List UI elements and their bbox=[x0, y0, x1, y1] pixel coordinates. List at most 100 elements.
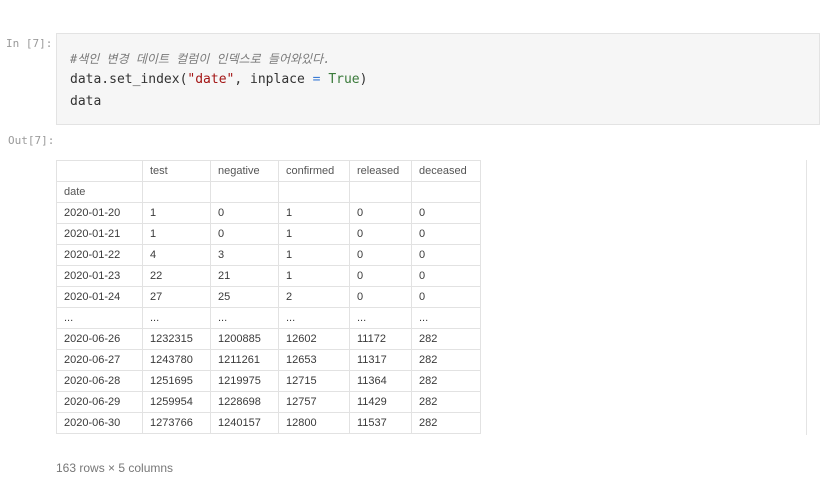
table-cell: 11317 bbox=[349, 349, 412, 371]
row-index-cell: 2020-01-23 bbox=[56, 265, 143, 287]
table-cell: 282 bbox=[411, 391, 481, 413]
row-index-cell: 2020-01-21 bbox=[56, 223, 143, 245]
row-index-cell: 2020-06-30 bbox=[56, 412, 143, 434]
table-cell: 1 bbox=[142, 223, 211, 245]
empty-cell bbox=[278, 181, 350, 203]
corner-cell bbox=[56, 160, 143, 182]
table-cell: 0 bbox=[349, 223, 412, 245]
table-row: 2020-01-24 27 25 2 0 0 bbox=[56, 286, 481, 308]
column-header: test bbox=[142, 160, 211, 182]
table-cell: 1228698 bbox=[210, 391, 279, 413]
table-cell: 22 bbox=[142, 265, 211, 287]
table-cell: 11429 bbox=[349, 391, 412, 413]
output-area: test negative confirmed released decease… bbox=[56, 160, 481, 434]
table-cell: 12602 bbox=[278, 328, 350, 350]
table-cell: 0 bbox=[210, 223, 279, 245]
table-cell: 11364 bbox=[349, 370, 412, 392]
code-line-data: data bbox=[70, 94, 102, 109]
table-cell: 0 bbox=[349, 244, 412, 266]
empty-cell bbox=[210, 181, 279, 203]
code-cell-input[interactable]: #색인 변경 데이트 컬럼이 인덱스로 들어와있다. data.set_inde… bbox=[56, 33, 820, 125]
row-index-cell: ... bbox=[56, 307, 143, 329]
table-cell: 25 bbox=[210, 286, 279, 308]
table-cell: 282 bbox=[411, 349, 481, 371]
table-cell: ... bbox=[349, 307, 412, 329]
table-cell: 0 bbox=[210, 202, 279, 224]
table-cell: 1243780 bbox=[142, 349, 211, 371]
table-cell: 0 bbox=[349, 202, 412, 224]
column-header: released bbox=[349, 160, 412, 182]
row-index-cell: 2020-01-20 bbox=[56, 202, 143, 224]
table-cell: 1219975 bbox=[210, 370, 279, 392]
table-row: 2020-06-27 1243780 1211261 12653 11317 282 bbox=[56, 349, 481, 371]
index-name-row: date bbox=[56, 181, 481, 203]
empty-cell bbox=[349, 181, 412, 203]
column-header: deceased bbox=[411, 160, 481, 182]
table-cell: 12800 bbox=[278, 412, 350, 434]
table-row: 2020-01-21 1 0 1 0 0 bbox=[56, 223, 481, 245]
table-cell: 21 bbox=[210, 265, 279, 287]
code-keyword: True bbox=[328, 72, 360, 87]
table-cell: 11172 bbox=[349, 328, 412, 350]
table-cell: 12757 bbox=[278, 391, 350, 413]
table-cell: ... bbox=[411, 307, 481, 329]
row-index-cell: 2020-06-26 bbox=[56, 328, 143, 350]
table-cell: 1240157 bbox=[210, 412, 279, 434]
table-row: 2020-01-23 22 21 1 0 0 bbox=[56, 265, 481, 287]
table-cell: 1 bbox=[142, 202, 211, 224]
table-row: 2020-01-22 4 3 1 0 0 bbox=[56, 244, 481, 266]
table-row: 2020-06-26 1232315 1200885 12602 11172 282 bbox=[56, 328, 481, 350]
table-cell: 0 bbox=[411, 223, 481, 245]
row-index-cell: 2020-01-24 bbox=[56, 286, 143, 308]
empty-cell bbox=[411, 181, 481, 203]
table-cell: 0 bbox=[349, 265, 412, 287]
table-cell: 1 bbox=[278, 265, 350, 287]
table-cell: 12653 bbox=[278, 349, 350, 371]
row-index-cell: 2020-06-28 bbox=[56, 370, 143, 392]
code-suffix: ) bbox=[359, 72, 368, 87]
table-cell: 1273766 bbox=[142, 412, 211, 434]
table-cell: ... bbox=[210, 307, 279, 329]
table-body: 2020-01-20 1 0 1 0 0 2020-01-21 1 0 1 0 0 2020-01-22… bbox=[56, 202, 481, 434]
code-middle: , inplace bbox=[234, 72, 313, 87]
table-cell: 4 bbox=[142, 244, 211, 266]
table-cell: 11537 bbox=[349, 412, 412, 434]
column-header: negative bbox=[210, 160, 279, 182]
table-cell: 1259954 bbox=[142, 391, 211, 413]
column-header: confirmed bbox=[278, 160, 350, 182]
code-line-set-index: data.set_index("date", inplace = True) bbox=[70, 72, 367, 87]
table-cell: 1200885 bbox=[210, 328, 279, 350]
code-prefix: data.set_index( bbox=[70, 72, 188, 87]
table-cell: 0 bbox=[411, 202, 481, 224]
row-index-cell: 2020-06-29 bbox=[56, 391, 143, 413]
column-header-row: test negative confirmed released decease… bbox=[56, 160, 481, 182]
output-right-divider bbox=[806, 160, 807, 435]
table-cell: 3 bbox=[210, 244, 279, 266]
table-cell: 0 bbox=[411, 286, 481, 308]
table-cell: 1211261 bbox=[210, 349, 279, 371]
table-cell: ... bbox=[278, 307, 350, 329]
dataframe-table: test negative confirmed released decease… bbox=[56, 160, 481, 434]
table-cell: 0 bbox=[411, 265, 481, 287]
code-comment: #색인 변경 데이트 컬럼이 인덱스로 들어와있다. bbox=[70, 52, 331, 66]
table-cell: 1251695 bbox=[142, 370, 211, 392]
table-cell: ... bbox=[142, 307, 211, 329]
table-cell: 27 bbox=[142, 286, 211, 308]
empty-cell bbox=[142, 181, 211, 203]
table-row: 2020-01-20 1 0 1 0 0 bbox=[56, 202, 481, 224]
index-name: date bbox=[56, 181, 143, 203]
table-cell: 1 bbox=[278, 202, 350, 224]
table-cell: 1232315 bbox=[142, 328, 211, 350]
dataframe-shape: 163 rows × 5 columns bbox=[56, 461, 174, 475]
table-row: .................. bbox=[56, 307, 481, 329]
table-cell: 2 bbox=[278, 286, 350, 308]
table-cell: 282 bbox=[411, 412, 481, 434]
code-string: "date" bbox=[187, 72, 235, 87]
table-cell: 0 bbox=[349, 286, 412, 308]
table-cell: 1 bbox=[278, 223, 350, 245]
table-cell: 12715 bbox=[278, 370, 350, 392]
table-cell: 282 bbox=[411, 370, 481, 392]
row-index-cell: 2020-01-22 bbox=[56, 244, 143, 266]
table-cell: 282 bbox=[411, 328, 481, 350]
table-cell: 0 bbox=[411, 244, 481, 266]
